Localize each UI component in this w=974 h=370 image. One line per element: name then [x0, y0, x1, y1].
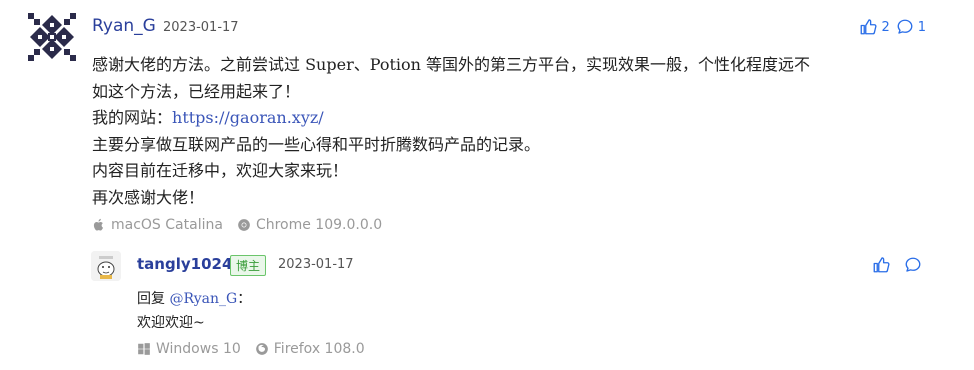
chrome-icon [238, 219, 250, 231]
avatar[interactable] [28, 13, 76, 61]
comment-line: 主要分享做互联网产品的一些心得和平时折腾数码产品的记录。 [92, 134, 541, 154]
mention-suffix: ： [237, 291, 252, 307]
like-button[interactable]: 2 [859, 18, 890, 36]
os-info: Windows 10 [137, 341, 241, 357]
reply-card: tangly1024 博主 2023-01-17 回复 @Ryan_G： 欢迎欢… [0, 245, 974, 370]
reply-actions [872, 256, 922, 274]
site-link[interactable]: https://gaoran.xyz/ [172, 108, 324, 127]
speech-bubble-icon [897, 19, 913, 34]
cartoon-avatar-icon [91, 251, 121, 281]
reply-line: 欢迎欢迎~ [137, 315, 205, 331]
like-count: 2 [881, 19, 890, 35]
reply-meta: Windows 10 Firefox 108.0 [137, 341, 365, 357]
identicon-avatar-icon [28, 13, 76, 61]
browser-label: Firefox 108.0 [273, 341, 365, 357]
speech-bubble-icon [905, 257, 921, 272]
comment-body: 感谢大佬的方法。之前尝试过 Super、Potion 等国外的第三方平台，实现效… [92, 52, 932, 211]
reply-count: 1 [917, 19, 926, 35]
reply-prefix: 回复 [137, 291, 165, 307]
site-prefix: 我的网站： [92, 108, 173, 127]
comment-line: 我的网站：https://gaoran.xyz/ [92, 105, 932, 132]
reply-like-button[interactable] [872, 256, 890, 274]
author-badge: 博主 [230, 255, 267, 276]
reply-button[interactable]: 1 [896, 18, 926, 36]
os-info: macOS Catalina [92, 217, 223, 233]
comment-card: Ryan_G 2023-01-17 2 1 感谢大佬的方法。之前尝试过 Supe… [0, 0, 974, 370]
reply-reply-button[interactable] [904, 256, 922, 274]
reply-avatar[interactable] [91, 251, 121, 281]
apple-icon [93, 218, 104, 231]
comment-actions: 2 1 [859, 18, 926, 36]
os-label: Windows 10 [156, 341, 241, 357]
comment-date: 2023-01-17 [163, 20, 239, 35]
reply-body: 回复 @Ryan_G： 欢迎欢迎~ [137, 287, 251, 335]
reply-author-link[interactable]: tangly1024 [137, 255, 232, 273]
comment-author-link[interactable]: Ryan_G [92, 16, 156, 36]
browser-label: Chrome 109.0.0.0 [255, 217, 383, 233]
mention-link[interactable]: @Ryan_G [169, 291, 237, 307]
reply-line: 回复 @Ryan_G： [137, 287, 251, 311]
os-label: macOS Catalina [111, 217, 223, 233]
firefox-icon [255, 343, 268, 355]
comment-line: 内容目前在迁移中，欢迎大家来玩！ [92, 161, 349, 180]
browser-info: Chrome 109.0.0.0 [237, 217, 382, 233]
comment-line: 再次感谢大佬！ [92, 187, 205, 207]
windows-icon [138, 343, 150, 355]
comment-line: 如这个方法，已经用起来了！ [92, 81, 301, 101]
browser-info: Firefox 108.0 [255, 341, 365, 357]
thumbs-up-icon [861, 19, 877, 35]
comment-line: 感谢大佬的方法。之前尝试过 Super、Potion 等国外的第三方平台，实现效… [92, 55, 811, 74]
reply-date: 2023-01-17 [278, 257, 354, 272]
comment-meta: macOS Catalina Chrome 109.0.0.0 [92, 217, 382, 233]
thumbs-up-icon [873, 257, 890, 273]
